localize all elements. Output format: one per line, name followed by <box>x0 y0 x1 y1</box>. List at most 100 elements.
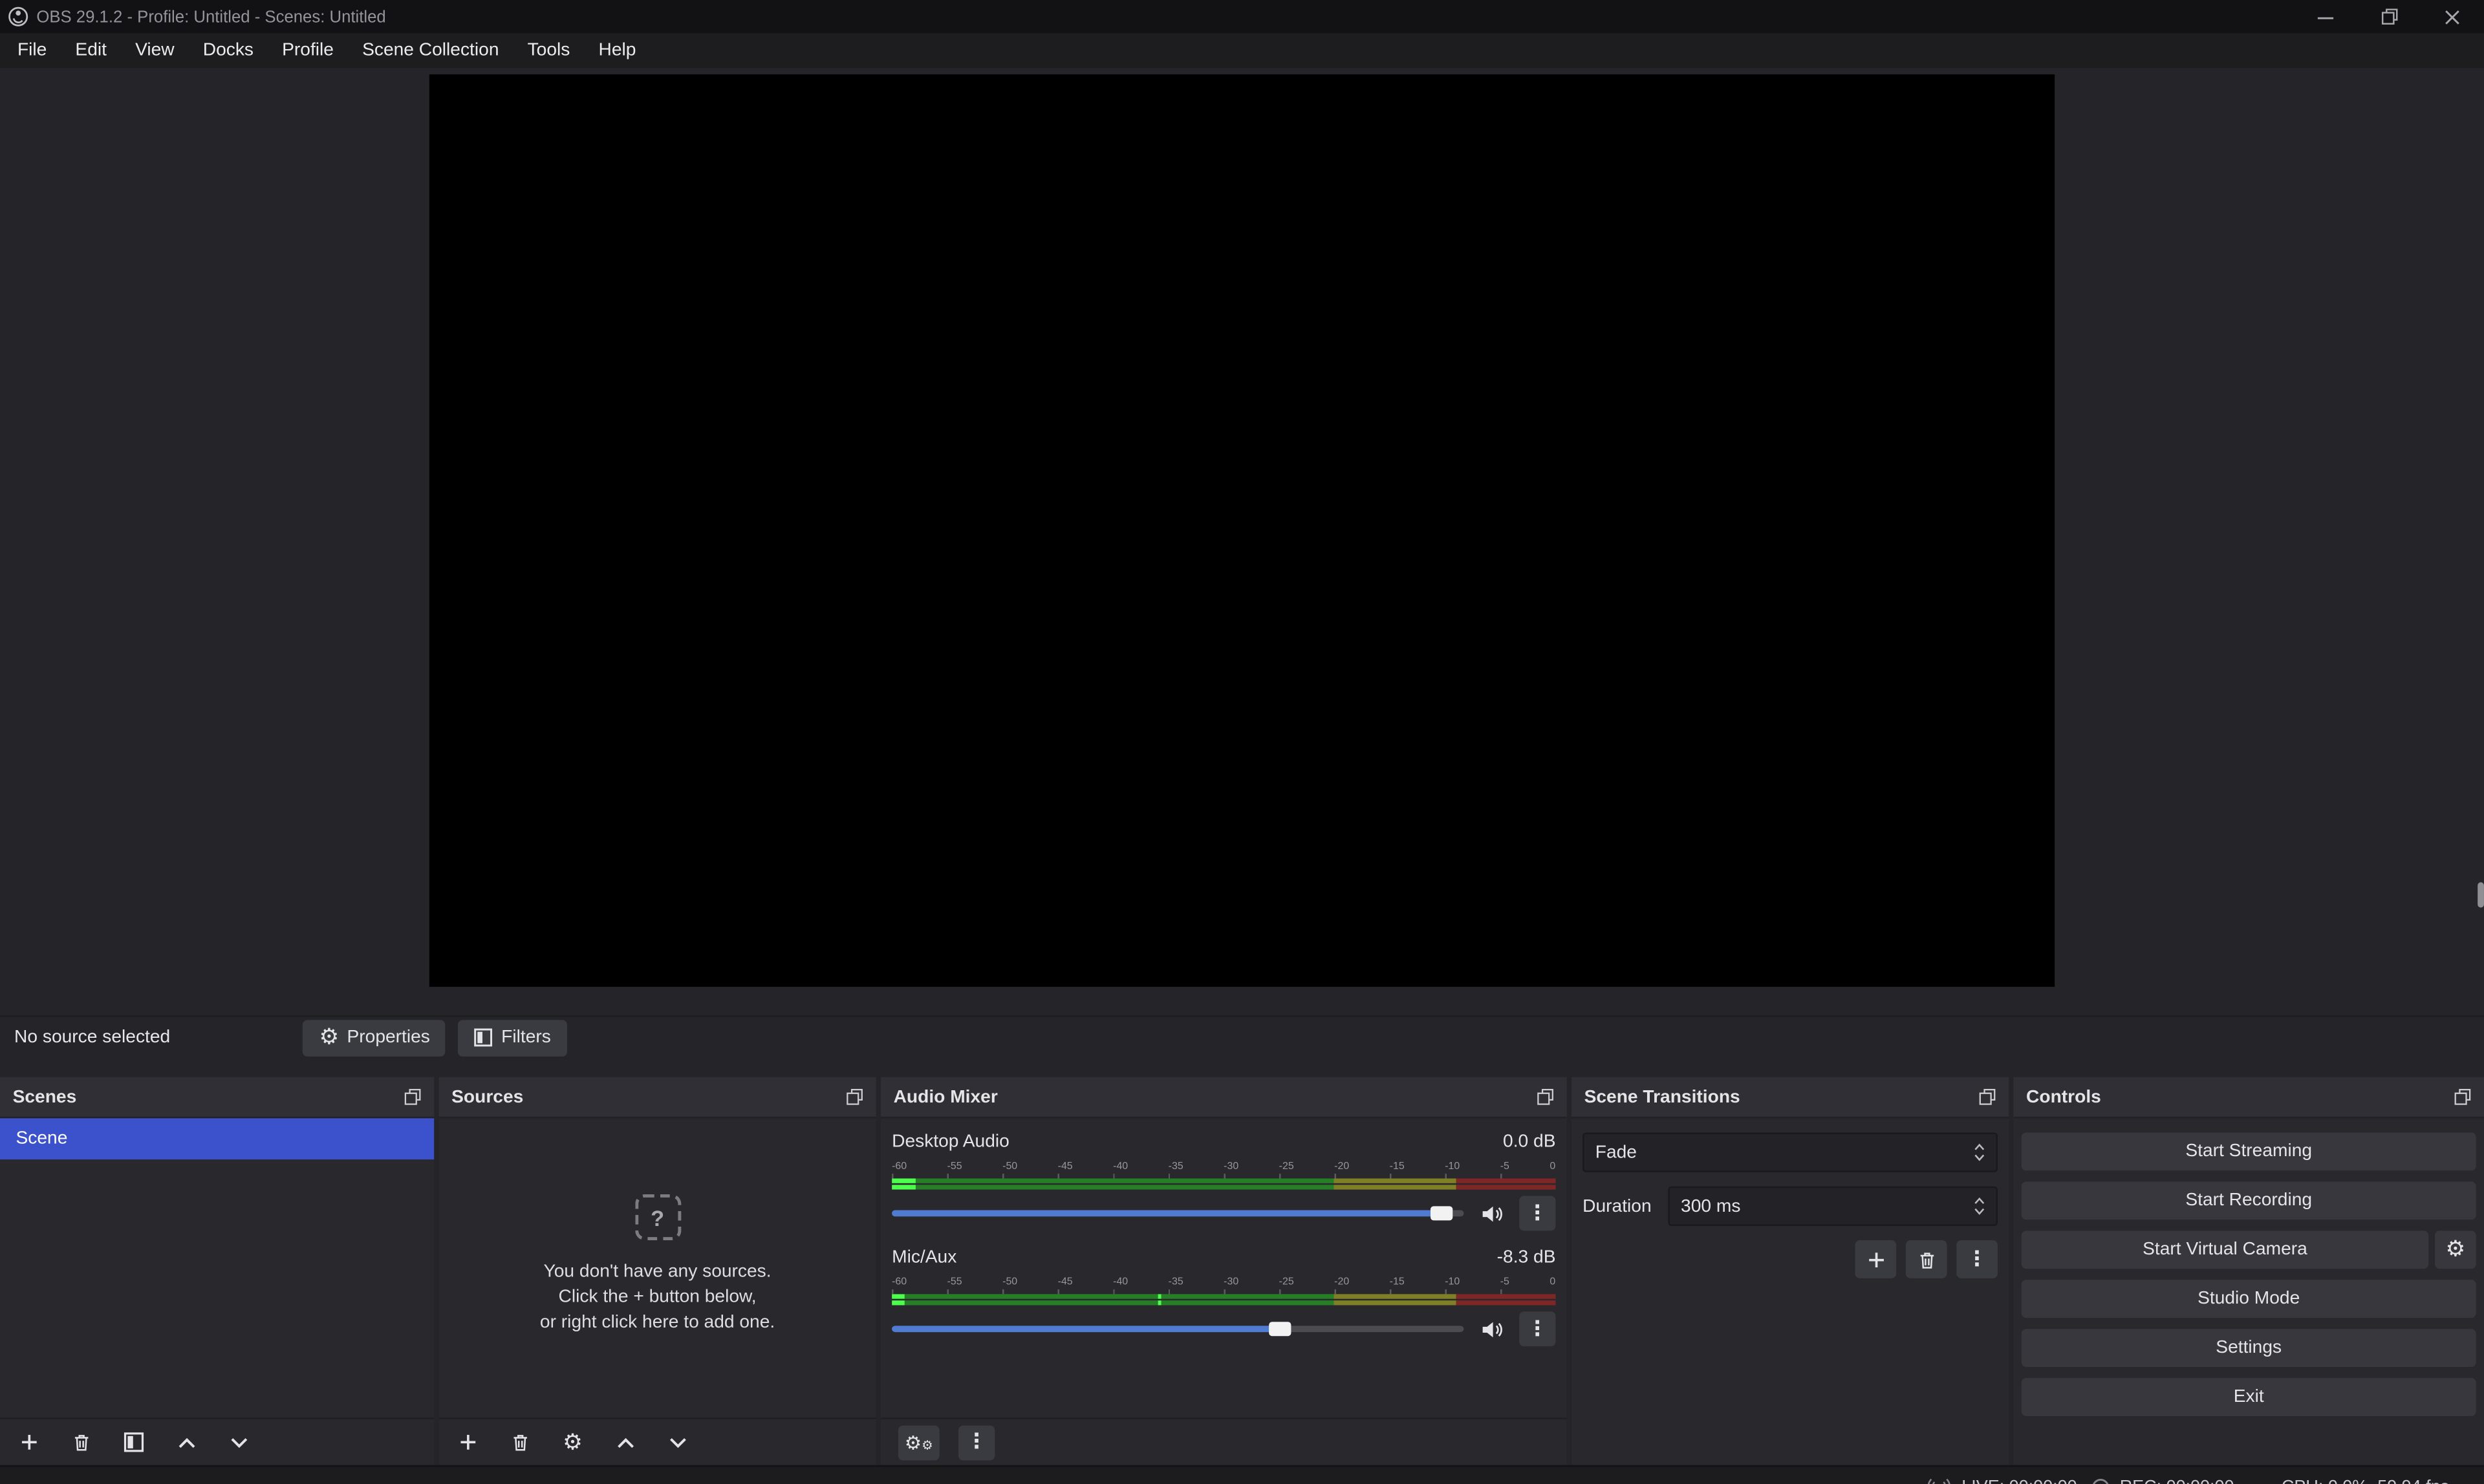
sources-empty-text: You don't have any sources. <box>540 1259 775 1284</box>
start-recording-button[interactable]: Start Recording <box>2022 1181 2476 1220</box>
menu-item[interactable]: Edit <box>61 33 121 68</box>
remove-transition-button[interactable] <box>1906 1240 1947 1278</box>
menu-item[interactable]: View <box>121 33 189 68</box>
channel-name: Mic/Aux <box>892 1248 956 1267</box>
window-title: OBS 29.1.2 - Profile: Untitled - Scenes:… <box>36 7 385 26</box>
status-bar: LIVE: 00:00:00 REC: 00:00:00 CPU: 0.0%, … <box>0 1465 2484 1484</box>
volume-slider[interactable] <box>892 1326 1463 1332</box>
scenes-title: Scenes <box>13 1088 77 1106</box>
scene-transitions-panel: Scene Transitions Fade Duration <box>1571 1077 2009 1465</box>
window-controls <box>2294 0 2484 33</box>
popout-icon <box>404 1088 422 1106</box>
mute-toggle-speaker-icon[interactable] <box>1478 1201 1505 1226</box>
record-icon <box>2091 1477 2110 1484</box>
program-canvas[interactable] <box>429 74 2055 987</box>
kebab-icon: ⋮ <box>1527 1203 1548 1223</box>
channel-options-kebab-button[interactable]: ⋮ <box>1519 1196 1555 1231</box>
source-status-label: No source selected <box>14 1028 170 1047</box>
channel-options-kebab-button[interactable]: ⋮ <box>1519 1311 1555 1346</box>
scene-list-item[interactable]: Scene <box>0 1118 434 1159</box>
move-scene-down-button[interactable] <box>226 1428 250 1456</box>
sources-empty-state: ? You don't have any sources.Click the +… <box>439 1118 876 1417</box>
move-source-up-button[interactable] <box>613 1428 637 1456</box>
move-source-down-button[interactable] <box>665 1428 689 1456</box>
restore-button[interactable] <box>2357 0 2421 33</box>
menu-item[interactable]: Scene Collection <box>348 33 513 68</box>
controls-title: Controls <box>2026 1088 2101 1106</box>
add-transition-button[interactable] <box>1855 1240 1896 1278</box>
menu-item[interactable]: Profile <box>268 33 348 68</box>
rec-time: REC: 00:00:00 <box>2120 1477 2234 1484</box>
sources-header: Sources <box>439 1077 876 1119</box>
meter-tickmarks <box>892 1174 1555 1178</box>
settings-button[interactable]: Settings <box>2022 1329 2476 1367</box>
live-broadcast-icon <box>1927 1478 1952 1484</box>
question-mark-icon: ? <box>634 1194 680 1240</box>
menu-item[interactable]: Tools <box>513 33 585 68</box>
menu-item[interactable]: Docks <box>189 33 268 68</box>
properties-button[interactable]: ⚙ Properties <box>303 1019 446 1055</box>
scene-transitions-header: Scene Transitions <box>1571 1077 2009 1119</box>
menu-item[interactable]: Help <box>584 33 650 68</box>
volume-slider[interactable] <box>892 1210 1463 1216</box>
spinbox-arrows-icon[interactable] <box>1974 1196 1985 1216</box>
menubar: FileEditViewDocksProfileScene Collection… <box>0 33 2484 68</box>
transition-options-kebab-button[interactable]: ⋮ <box>1956 1240 1998 1278</box>
filters-button[interactable]: Filters <box>459 1019 567 1055</box>
channel-db-value: 0.0 dB <box>1503 1132 1555 1151</box>
scenes-panel: Scenes Scene <box>0 1077 434 1465</box>
transition-selected-value: Fade <box>1595 1143 1637 1161</box>
dock-resize-handle[interactable] <box>2478 882 2484 907</box>
preview-area <box>0 68 2484 1015</box>
controls-header: Controls <box>2013 1077 2484 1119</box>
gear-icon: ⚙ <box>2445 1239 2465 1261</box>
volume-slider-handle[interactable] <box>1430 1206 1452 1220</box>
move-scene-up-button[interactable] <box>174 1428 198 1456</box>
scenes-header: Scenes <box>0 1077 434 1119</box>
channel-db-value: -8.3 dB <box>1497 1248 1556 1267</box>
mixer-channel-desktop-audio: Desktop Audio 0.0 dB -60-55-50-45-40-35-… <box>892 1132 1555 1227</box>
volume-meter <box>892 1294 1555 1305</box>
close-button[interactable] <box>2421 0 2484 33</box>
meter-tickmarks <box>892 1289 1555 1294</box>
studio-mode-button[interactable]: Studio Mode <box>2022 1280 2476 1318</box>
channel-name: Desktop Audio <box>892 1132 1010 1151</box>
minimize-button[interactable] <box>2294 0 2357 33</box>
meter-scale: -60-55-50-45-40-35-30-25-20-15-10-50 <box>892 1161 1555 1172</box>
advanced-audio-properties-button[interactable]: ⚙⚙ <box>898 1425 940 1459</box>
scene-transitions-title: Scene Transitions <box>1584 1088 1740 1106</box>
transition-select[interactable]: Fade <box>1582 1132 1998 1172</box>
remove-scene-button[interactable] <box>70 1428 94 1456</box>
gear-icon: ⚙ <box>319 1026 339 1048</box>
start-streaming-button[interactable]: Start Streaming <box>2022 1132 2476 1170</box>
menu-item[interactable]: File <box>3 33 61 68</box>
cpu-fps-stats: CPU: 0.0%, 59.94 fps <box>2282 1477 2449 1484</box>
sources-empty-text: or right click here to add one. <box>540 1310 775 1335</box>
select-arrows-icon <box>1974 1142 1985 1163</box>
gears-icon: ⚙⚙ <box>905 1433 933 1452</box>
virtual-camera-settings-button[interactable]: ⚙ <box>2435 1231 2476 1269</box>
mute-toggle-speaker-icon[interactable] <box>1478 1317 1505 1342</box>
sources-panel: Sources ? You don't have any sources.Cli… <box>439 1077 876 1465</box>
duration-label: Duration <box>1582 1197 1668 1216</box>
scene-list: Scene <box>0 1118 434 1417</box>
source-context-toolbar: No source selected ⚙ Properties Filters <box>0 1015 2484 1058</box>
controls-panel: Controls Start Streaming Start Recording… <box>2013 1077 2484 1465</box>
scenes-toolbar <box>0 1417 434 1465</box>
duration-spinbox[interactable]: 300 ms <box>1668 1187 1998 1226</box>
volume-meter <box>892 1179 1555 1190</box>
mixer-options-kebab-button[interactable]: ⋮ <box>958 1425 995 1459</box>
start-virtual-camera-button[interactable]: Start Virtual Camera <box>2022 1231 2429 1269</box>
meter-scale: -60-55-50-45-40-35-30-25-20-15-10-50 <box>892 1276 1555 1287</box>
volume-slider-handle[interactable] <box>1269 1322 1291 1336</box>
source-properties-button[interactable]: ⚙ <box>561 1428 585 1456</box>
add-scene-button[interactable] <box>17 1428 41 1456</box>
remove-source-button[interactable] <box>508 1428 532 1456</box>
sources-empty-text: Click the + button below, <box>540 1285 775 1310</box>
audio-mixer-title: Audio Mixer <box>894 1088 998 1106</box>
scene-filters-button[interactable] <box>122 1428 146 1456</box>
kebab-icon: ⋮ <box>1527 1318 1548 1339</box>
obs-logo-icon <box>8 6 28 27</box>
exit-button[interactable]: Exit <box>2022 1378 2476 1416</box>
add-source-button[interactable] <box>456 1428 480 1456</box>
